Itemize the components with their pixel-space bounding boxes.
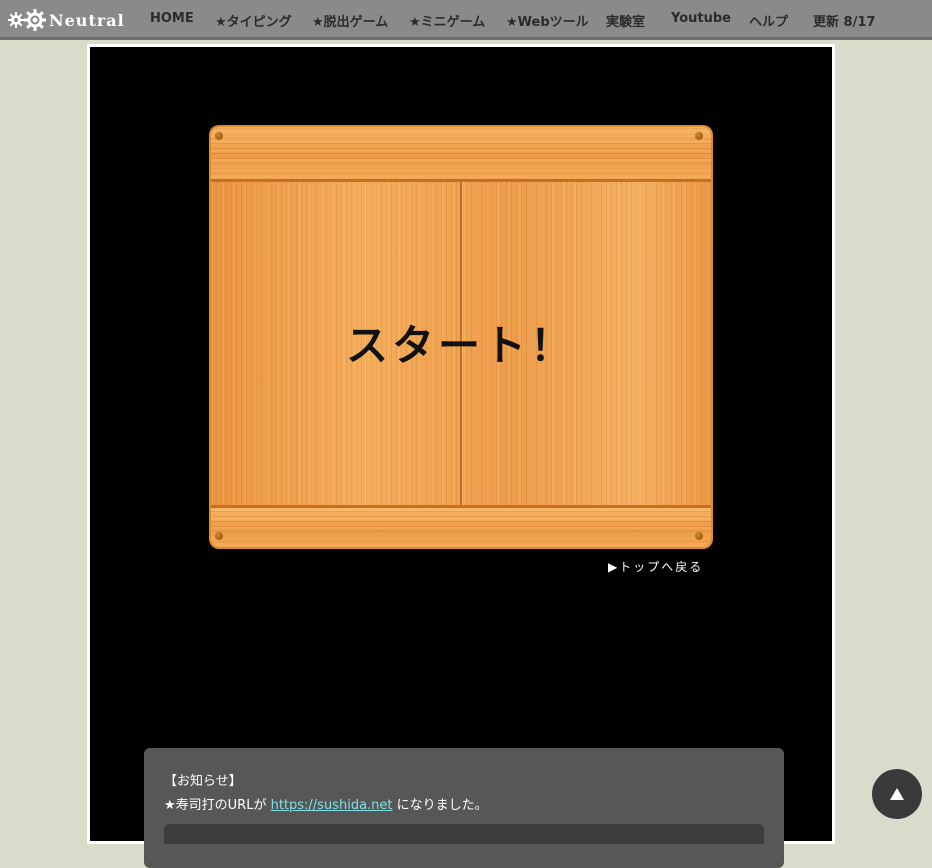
notice-line-prefix: ★寿司打のURLが xyxy=(164,798,271,813)
top-plank xyxy=(211,127,711,182)
scroll-to-top-button[interactable] xyxy=(872,769,922,819)
rivet-icon xyxy=(215,132,223,140)
nav-web-tools[interactable]: ★Webツール xyxy=(506,11,589,30)
nav-home[interactable]: HOME xyxy=(150,11,194,26)
gear-icon xyxy=(8,9,46,31)
notice-box: 【お知らせ】 ★寿司打のURLが https://sushida.net になり… xyxy=(144,748,784,868)
notice-inner-panel xyxy=(164,824,764,844)
start-board[interactable]: スタート！ xyxy=(211,127,711,547)
rivet-icon xyxy=(695,532,703,540)
site-logo[interactable]: Neutral xyxy=(8,8,125,32)
nav-escape-game[interactable]: ★脱出ゲーム xyxy=(312,11,388,30)
sushida-url-link[interactable]: https://sushida.net xyxy=(271,798,393,813)
game-stage: スタート！ ▶トップへ戻る 【お知らせ】 ★寿司打のURLが https://s… xyxy=(87,44,835,868)
top-navigation-bar: Neutral HOME ★タイピング ★脱出ゲーム ★ミニゲーム ★Webツー… xyxy=(0,0,932,40)
nav-lab[interactable]: 実験室 xyxy=(606,11,645,30)
bottom-plank xyxy=(211,508,711,547)
nav-mini-game[interactable]: ★ミニゲーム xyxy=(409,11,485,30)
notice-line: ★寿司打のURLが https://sushida.net になりました。 xyxy=(164,794,488,813)
nav-youtube[interactable]: Youtube xyxy=(671,11,731,26)
start-button[interactable]: スタート！ xyxy=(211,312,711,373)
rivet-icon xyxy=(695,132,703,140)
notice-line-suffix: になりました。 xyxy=(392,798,488,813)
notice-title: 【お知らせ】 xyxy=(164,774,242,789)
nav-updates[interactable]: 更新 8/17 xyxy=(813,11,875,30)
logo-text: Neutral xyxy=(49,10,125,30)
back-to-top-link[interactable]: ▶トップへ戻る xyxy=(608,558,703,575)
triangle-up-icon xyxy=(890,788,904,800)
nav-typing[interactable]: ★タイピング xyxy=(215,11,292,30)
nav-help[interactable]: ヘルプ xyxy=(749,11,788,30)
rivet-icon xyxy=(215,532,223,540)
